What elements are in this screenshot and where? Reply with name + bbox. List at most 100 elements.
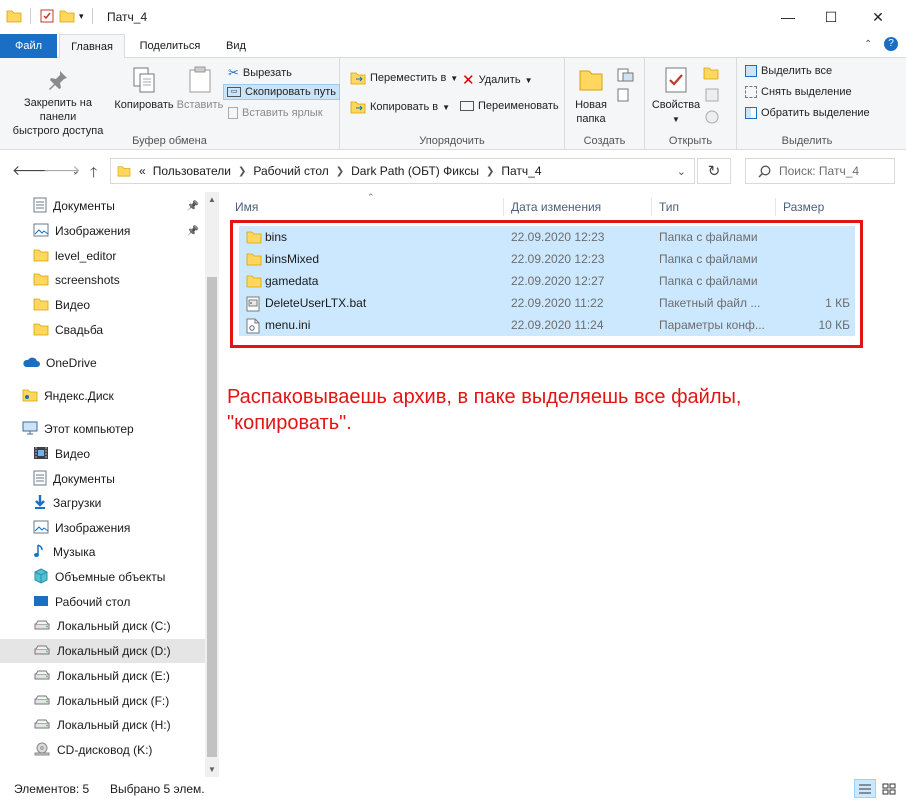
- nav-item[interactable]: Яндекс.Диск: [0, 384, 205, 408]
- address-bar[interactable]: « Пользователи ❯ Рабочий стол ❯ Dark Pat…: [110, 158, 695, 184]
- column-header-date[interactable]: Дата изменения: [503, 198, 651, 216]
- details-view-button[interactable]: [854, 779, 876, 798]
- nav-item[interactable]: Свадьба: [0, 318, 205, 342]
- refresh-button[interactable]: ↻: [697, 158, 731, 184]
- tab-file[interactable]: Файл: [0, 34, 57, 58]
- cut-button[interactable]: ✂ Вырезать: [228, 65, 292, 81]
- nav-scrollbar[interactable]: ▲ ▼: [205, 192, 219, 777]
- easy-access-icon: [617, 88, 629, 102]
- new-folder-icon[interactable]: [59, 9, 75, 23]
- open-folder-icon: [703, 67, 719, 80]
- easy-access-button[interactable]: [617, 88, 635, 105]
- instruction-annotation: Распаковываешь архив, в паке выделяешь в…: [227, 386, 742, 434]
- nav-item-label: Изображения: [55, 521, 131, 535]
- nav-item[interactable]: Загрузки: [0, 491, 205, 515]
- onedrive-icon: [22, 356, 40, 371]
- nav-item[interactable]: Изображения: [0, 516, 205, 540]
- nav-item[interactable]: Локальный диск (H:): [0, 713, 205, 737]
- nav-item-label: Рабочий стол: [55, 595, 131, 609]
- cd-drive-icon: [33, 742, 51, 759]
- delete-button[interactable]: ✕ Удалить ▼: [462, 71, 533, 89]
- history-button[interactable]: [705, 110, 719, 127]
- desktop-icon: [33, 594, 49, 611]
- ribbon: Закрепить на панели быстрого доступа Коп…: [0, 58, 906, 150]
- rename-label: Переименовать: [478, 100, 559, 112]
- column-header-size[interactable]: Размер: [775, 198, 855, 216]
- breadcrumb-overflow[interactable]: «: [139, 164, 146, 178]
- scroll-up-icon[interactable]: ▲: [205, 195, 219, 204]
- nav-item[interactable]: Документы 📌: [0, 194, 205, 218]
- open-button[interactable]: [703, 66, 721, 83]
- nav-item-label: Локальный диск (H:): [57, 718, 171, 732]
- scroll-down-icon[interactable]: ▼: [205, 765, 219, 774]
- select-none-label: Снять выделение: [761, 86, 852, 98]
- details-view-icon: [859, 784, 871, 793]
- help-icon[interactable]: ?: [884, 37, 898, 51]
- edit-button[interactable]: [705, 88, 719, 105]
- pin-quick-access-button[interactable]: Закрепить на панели быстрого доступа: [6, 68, 110, 138]
- copy-to-button[interactable]: Копировать в ▼: [350, 100, 450, 114]
- move-to-button[interactable]: Переместить в ▼: [350, 71, 458, 85]
- tab-home[interactable]: Главная: [59, 34, 125, 59]
- search-input[interactable]: Поиск: Патч_4: [745, 158, 895, 184]
- address-history-dropdown-icon[interactable]: ⌄: [677, 165, 686, 178]
- breadcrumb-chevron-icon[interactable]: ❯: [486, 166, 494, 177]
- properties-button[interactable]: Свойства ▼: [649, 66, 703, 127]
- nav-item[interactable]: Этот компьютер: [0, 417, 205, 441]
- breadcrumb-fixes[interactable]: Dark Path (ОБТ) Фиксы: [351, 164, 479, 178]
- nav-item[interactable]: Изображения 📌: [0, 219, 205, 243]
- tab-view[interactable]: Вид: [215, 34, 257, 58]
- nav-item[interactable]: Локальный диск (C:): [0, 614, 205, 638]
- pictures-icon: [33, 223, 49, 240]
- recent-dropdown-icon[interactable]: ⌄: [72, 166, 80, 177]
- chevron-up-icon[interactable]: ⌃: [864, 39, 872, 50]
- select-none-button[interactable]: Снять выделение: [745, 86, 852, 98]
- scrollbar-thumb[interactable]: [207, 277, 217, 757]
- nav-item[interactable]: level_editor: [0, 244, 205, 268]
- nav-item[interactable]: Музыка: [0, 540, 205, 564]
- maximize-button[interactable]: ☐: [808, 0, 854, 34]
- window-title: Патч_4: [107, 10, 148, 24]
- nav-item[interactable]: Локальный диск (E:): [0, 664, 205, 688]
- nav-item[interactable]: OneDrive: [0, 351, 205, 375]
- large-icons-view-button[interactable]: [878, 779, 900, 798]
- column-header-type[interactable]: Тип: [651, 198, 775, 216]
- invert-selection-button[interactable]: Обратить выделение: [745, 107, 870, 119]
- nav-item[interactable]: Видео: [0, 442, 205, 466]
- breadcrumb-desktop[interactable]: Рабочий стол: [253, 164, 328, 178]
- breadcrumb-chevron-icon[interactable]: ❯: [238, 166, 246, 177]
- minimize-button[interactable]: —: [765, 0, 811, 34]
- nav-item-label: Видео: [55, 298, 91, 312]
- status-bar: Элементов: 5 Выбрано 5 элем.: [0, 777, 906, 800]
- up-arrow-icon[interactable]: 🡑: [90, 162, 97, 186]
- nav-item[interactable]: Документы: [0, 467, 205, 491]
- rename-button[interactable]: Переименовать: [460, 100, 559, 112]
- paste-shortcut-button[interactable]: Вставить ярлык: [228, 107, 323, 119]
- select-all-button[interactable]: Выделить все: [745, 65, 832, 77]
- nav-item[interactable]: CD-дисковод (K:): [0, 738, 205, 762]
- copy-path-button[interactable]: ▭ Скопировать путь: [223, 84, 340, 100]
- nav-item[interactable]: Объемные объекты: [0, 565, 205, 589]
- paste-button[interactable]: Вставить: [176, 66, 224, 112]
- select-none-icon: [745, 86, 757, 98]
- customize-toolbar-icon[interactable]: ▾: [79, 11, 84, 22]
- nav-item[interactable]: Рабочий стол: [0, 590, 205, 614]
- nav-item[interactable]: Локальный диск (F:): [0, 689, 205, 713]
- folder-icon[interactable]: [6, 9, 22, 23]
- nav-item[interactable]: Локальный диск (D:): [0, 639, 205, 663]
- breadcrumb-current[interactable]: Патч_4: [501, 164, 541, 178]
- breadcrumb-users[interactable]: Пользователи: [153, 164, 231, 178]
- open-group-label: Открыть: [668, 135, 713, 147]
- nav-item[interactable]: Видео: [0, 293, 205, 317]
- nav-item[interactable]: screenshots: [0, 268, 205, 292]
- status-item-count: Элементов: 5: [14, 782, 90, 796]
- close-button[interactable]: ✕: [855, 0, 901, 34]
- new-item-button[interactable]: [617, 68, 635, 84]
- properties-icon[interactable]: [39, 8, 55, 24]
- new-folder-button[interactable]: Новая папка: [569, 66, 613, 126]
- column-header-name[interactable]: Имя: [228, 198, 506, 216]
- tab-share[interactable]: Поделиться: [132, 34, 208, 58]
- copy-button[interactable]: Копировать: [113, 66, 175, 112]
- search-icon: [758, 165, 771, 178]
- breadcrumb-chevron-icon[interactable]: ❯: [336, 166, 344, 177]
